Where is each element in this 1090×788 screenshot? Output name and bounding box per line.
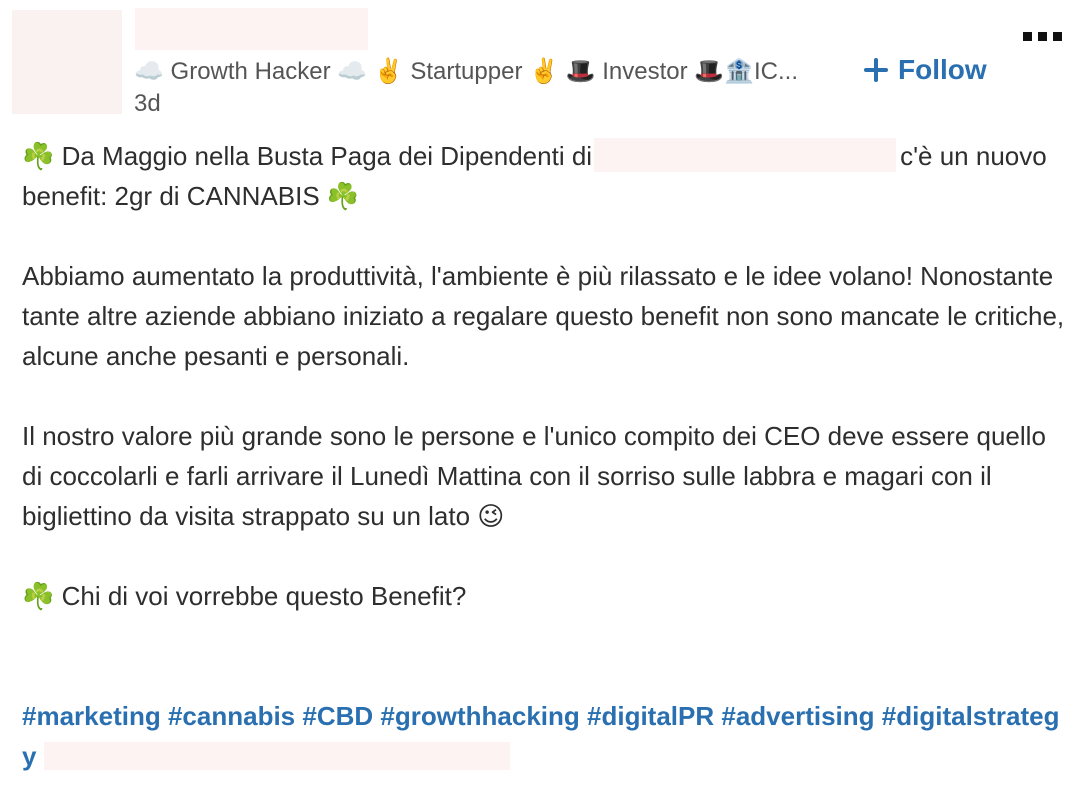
- hashtag-link[interactable]: #CBD: [302, 701, 373, 731]
- hashtag-link[interactable]: #advertising: [721, 701, 874, 731]
- hashtag-link[interactable]: #cannabis: [168, 701, 295, 731]
- post-paragraph: ☘️ Da Maggio nella Busta Paga dei Dipend…: [22, 136, 1072, 216]
- author-headline: ☁️ Growth Hacker ☁️ ✌️ Startupper ✌️ 🎩 I…: [134, 58, 799, 85]
- hashtag-link[interactable]: #growthhacking: [380, 701, 579, 731]
- post-paragraph: Il nostro valore più grande sono le pers…: [22, 421, 1046, 531]
- author-avatar[interactable]: [12, 10, 122, 114]
- hashtag-link[interactable]: #marketing: [22, 701, 161, 731]
- hashtag-link[interactable]: #digitalPR: [587, 701, 714, 731]
- follow-button[interactable]: Follow: [864, 50, 987, 90]
- more-dot: [1053, 31, 1062, 41]
- follow-label: Follow: [898, 54, 987, 85]
- hashtag-list: #marketing #cannabis #CBD #growthhacking…: [22, 696, 1072, 776]
- post-paragraph: ☘️ Chi di voi vorrebbe questo Benefit?: [22, 581, 467, 611]
- company-name-redacted[interactable]: [594, 138, 897, 172]
- plus-icon: [864, 58, 888, 82]
- more-dot: [1038, 31, 1047, 41]
- post-body: ☘️ Da Maggio nella Busta Paga dei Dipend…: [22, 136, 1072, 776]
- post-timestamp: 3d: [134, 90, 161, 117]
- author-name-redacted[interactable]: [135, 8, 368, 50]
- more-dot: [1023, 31, 1032, 41]
- post-paragraph: Abbiamo aumentato la produttività, l'amb…: [22, 261, 1065, 371]
- more-options-icon[interactable]: [1023, 26, 1067, 46]
- post-line-1-start: ☘️ Da Maggio nella Busta Paga dei Dipend…: [22, 141, 593, 171]
- mention-redacted[interactable]: [44, 742, 511, 770]
